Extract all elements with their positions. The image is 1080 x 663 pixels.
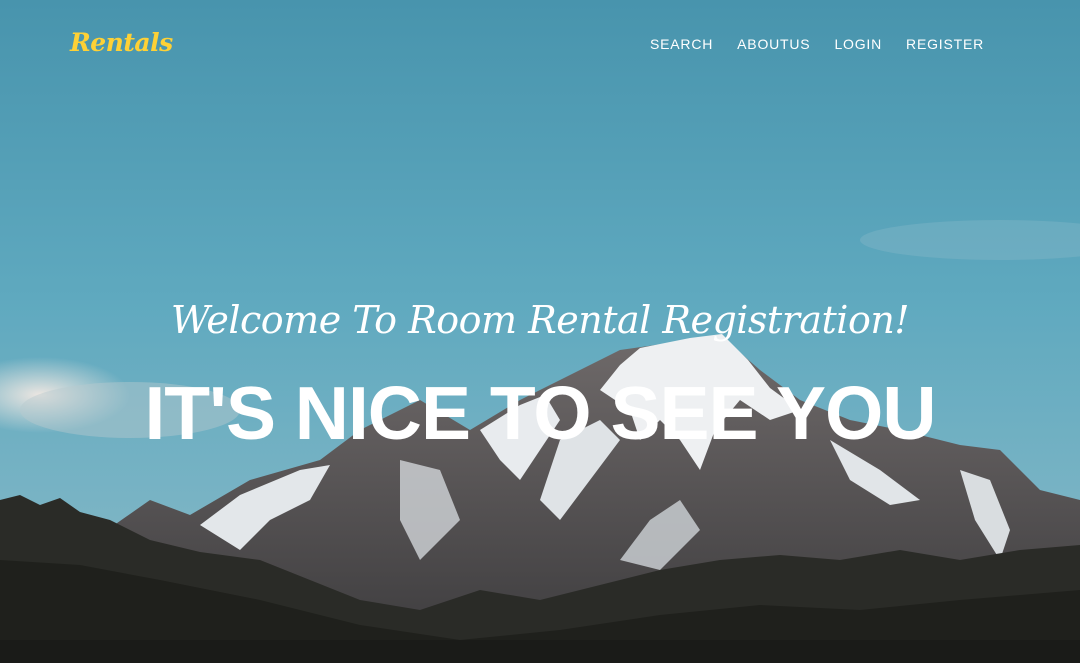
nav-menu: SEARCH ABOUTUS LOGIN REGISTER	[650, 36, 984, 52]
hero-heading: IT'S NICE TO SEE YOU	[144, 371, 936, 455]
brand-logo-link[interactable]: Rentals	[70, 28, 173, 57]
hero-lead-in: Welcome To Room Rental Registration!	[170, 298, 910, 342]
top-navbar: Rentals SEARCH ABOUTUS LOGIN REGISTER	[0, 0, 1080, 90]
nav-link-aboutus[interactable]: ABOUTUS	[737, 36, 810, 52]
nav-link-login[interactable]: LOGIN	[834, 36, 882, 52]
nav-link-search[interactable]: SEARCH	[650, 36, 713, 52]
hero-section: Rentals SEARCH ABOUTUS LOGIN REGISTER We…	[0, 0, 1080, 663]
nav-link-register[interactable]: REGISTER	[906, 36, 984, 52]
